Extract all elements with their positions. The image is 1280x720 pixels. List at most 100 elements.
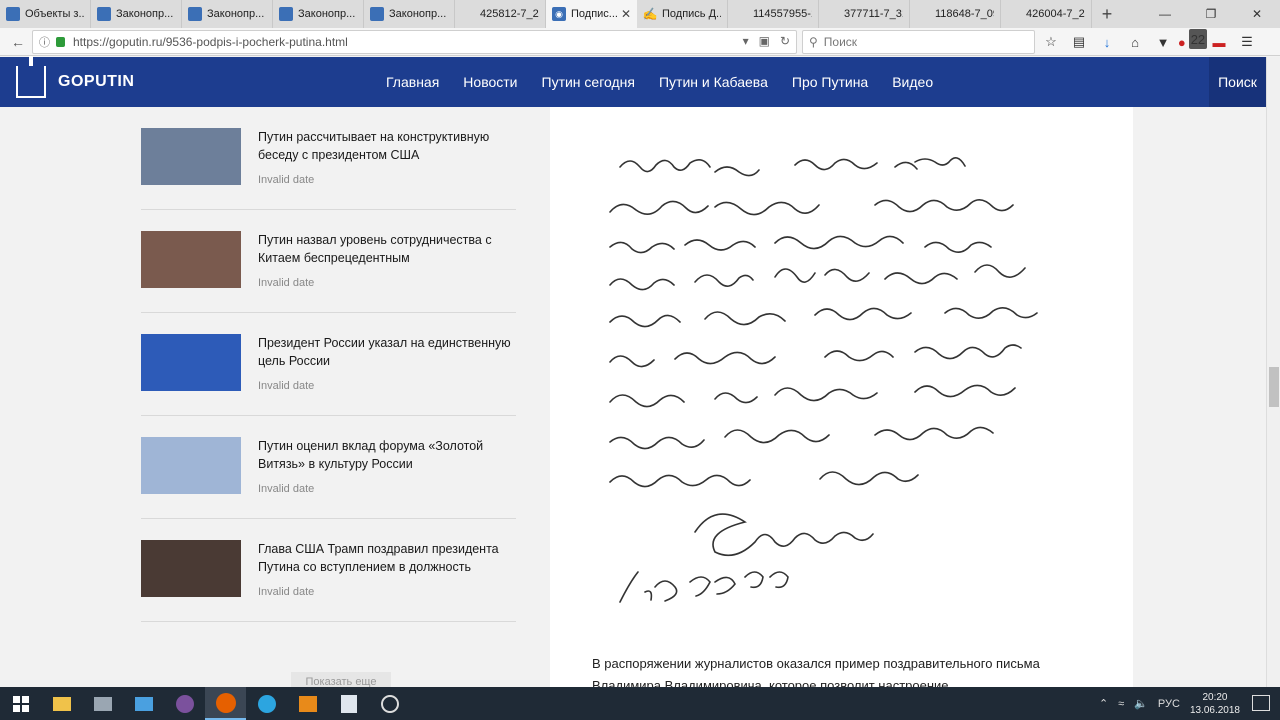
tab-label: Законопр... [298, 8, 356, 20]
reader-view-icon[interactable]: ▣ [759, 34, 770, 48]
site-icon [6, 7, 20, 21]
reload-icon[interactable]: ↻ [780, 34, 790, 48]
media-player-icon[interactable] [287, 687, 328, 720]
browser-tab[interactable]: ✍ Подпись Д... [637, 0, 728, 28]
back-icon[interactable]: ← [8, 32, 28, 52]
news-title[interactable]: Путин оценил вклад форума «Золотой Витяз… [258, 438, 513, 473]
doc-icon [1007, 7, 1021, 21]
news-item[interactable]: Глава США Трамп поздравил президента Пут… [141, 519, 516, 622]
tab-label: 118648-7_0903... [935, 8, 994, 20]
browser-tab[interactable]: Объекты з... [0, 0, 91, 28]
menu-item[interactable]: Путин и Кабаева [659, 74, 768, 90]
pocket-icon[interactable]: ▼ [1152, 32, 1174, 52]
browser-tab[interactable]: Законопр... [182, 0, 273, 28]
news-title[interactable]: Глава США Трамп поздравил президента Пут… [258, 541, 513, 576]
telegram-icon[interactable] [246, 687, 287, 720]
tab-label: 114557955-114... [753, 8, 812, 20]
menu-item[interactable]: Путин сегодня [542, 74, 635, 90]
address-bar[interactable]: ⓘ https://goputin.ru/9536-podpis-i-poche… [32, 30, 797, 54]
adblock-icon[interactable]: ● 22 [1178, 29, 1208, 52]
browser-search-field[interactable]: ⚲ Поиск [802, 30, 1035, 54]
page-scrollbar[interactable] [1266, 57, 1280, 687]
clock[interactable]: 20:20 13.06.2018 [1190, 691, 1240, 717]
menu-item[interactable]: Про Путина [792, 74, 868, 90]
tray-expand-icon[interactable]: ⌃ [1099, 697, 1108, 710]
site-icon [188, 7, 202, 21]
site-logo[interactable]: GOPUTIN [16, 56, 135, 98]
news-thumbnail[interactable] [141, 128, 241, 185]
news-date: Invalid date [258, 277, 315, 289]
news-title[interactable]: Путин назвал уровень сотрудничества с Ки… [258, 232, 513, 267]
site-header: GOPUTIN Главная Новости Путин сегодня Путин… [0, 56, 1266, 107]
window-controls: — ❐ ✕ [1142, 0, 1280, 28]
logo-text: GOPUTIN [58, 73, 135, 90]
news-thumbnail[interactable] [141, 540, 241, 597]
globe-app-icon[interactable] [369, 687, 410, 720]
goputin-icon: ◉ [552, 7, 566, 21]
tab-label: Законопр... [389, 8, 447, 20]
windows-logo-icon [12, 695, 29, 712]
browser-tab-bar: Объекты з... Законопр... Законопр... Законо… [0, 0, 1280, 28]
clock-date: 13.06.2018 [1189, 704, 1240, 716]
maximize-icon[interactable]: ❐ [1188, 0, 1234, 28]
article-body: В распоряжении журналистов оказался прим… [550, 107, 1133, 687]
save-icon[interactable]: ▬ [1208, 32, 1230, 52]
browser-tab[interactable]: Законопр... [273, 0, 364, 28]
language-indicator[interactable]: РУС [1158, 698, 1180, 710]
file-explorer-icon[interactable] [41, 687, 82, 720]
search-placeholder: Поиск [823, 35, 858, 49]
app-window-icon[interactable] [123, 687, 164, 720]
site-icon [97, 7, 111, 21]
notifications-icon[interactable] [1252, 695, 1270, 711]
browser-tab[interactable]: 425812-7_2603... [455, 0, 546, 28]
browser-tab[interactable]: 118648-7_0903... [910, 0, 1001, 28]
system-tray: ⌃ ≈ 🔈 РУС 20:20 13.06.2018 [1099, 687, 1240, 720]
volume-icon[interactable]: 🔈 [1134, 697, 1148, 710]
menu-item[interactable]: Видео [892, 74, 933, 90]
browser-tab[interactable]: 377711-7_3101... [819, 0, 910, 28]
clipboard-icon[interactable]: ▤ [1068, 32, 1090, 52]
viber-icon[interactable] [164, 687, 205, 720]
news-item[interactable]: Путин назвал уровень сотрудничества с Ки… [141, 210, 516, 313]
browser-tab[interactable]: ◉ Подпис... ✕ [546, 0, 637, 28]
news-item[interactable]: Путин оценил вклад форума «Золотой Витяз… [141, 416, 516, 519]
tab-label: 377711-7_3101... [844, 8, 903, 20]
menu-item[interactable]: Главная [386, 74, 439, 90]
site-search-button[interactable]: Поиск [1209, 57, 1266, 107]
site-icon [370, 7, 384, 21]
news-item[interactable]: Путин рассчитывает на конструктивную бес… [141, 107, 516, 210]
dropdown-icon[interactable]: ▾ [743, 34, 749, 48]
home-icon[interactable]: ⌂ [1124, 32, 1146, 52]
news-title[interactable]: Президент России указал на единственную … [258, 335, 513, 370]
close-window-icon[interactable]: ✕ [1234, 0, 1280, 28]
browser-tab[interactable]: 426004-7_2703... [1001, 0, 1092, 28]
scrollbar-thumb[interactable] [1269, 367, 1279, 407]
news-date: Invalid date [258, 586, 315, 598]
news-item[interactable]: Президент России указал на единственную … [141, 313, 516, 416]
wifi-icon[interactable]: ≈ [1118, 698, 1124, 710]
document-app-icon[interactable] [328, 687, 369, 720]
new-tab-button[interactable]: + [1092, 0, 1122, 28]
page-content: Путин рассчитывает на конструктивную бес… [0, 107, 1266, 687]
news-title[interactable]: Путин рассчитывает на конструктивную бес… [258, 129, 513, 164]
bookmark-star-icon[interactable]: ☆ [1040, 32, 1062, 52]
start-button[interactable] [0, 687, 41, 720]
doc-icon [461, 7, 475, 21]
show-more-button[interactable]: Показать еще [291, 672, 391, 687]
news-thumbnail[interactable] [141, 437, 241, 494]
firefox-icon[interactable] [205, 687, 246, 720]
close-tab-icon[interactable]: ✕ [621, 7, 631, 21]
menu-icon[interactable]: ☰ [1236, 32, 1258, 52]
minimize-icon[interactable]: — [1142, 0, 1188, 28]
news-thumbnail[interactable] [141, 334, 241, 391]
menu-item[interactable]: Новости [463, 74, 517, 90]
info-icon[interactable]: ⓘ [39, 34, 50, 50]
main-menu: Главная Новости Путин сегодня Путин и Кабае… [374, 57, 945, 107]
browser-tab[interactable]: Законопр... [91, 0, 182, 28]
browser-tab[interactable]: Законопр... [364, 0, 455, 28]
download-icon[interactable]: ↓ [1096, 32, 1118, 52]
adblock-badge: 22 [1188, 29, 1208, 49]
browser-tab[interactable]: 114557955-114... [728, 0, 819, 28]
news-thumbnail[interactable] [141, 231, 241, 288]
network-app-icon[interactable] [82, 687, 123, 720]
